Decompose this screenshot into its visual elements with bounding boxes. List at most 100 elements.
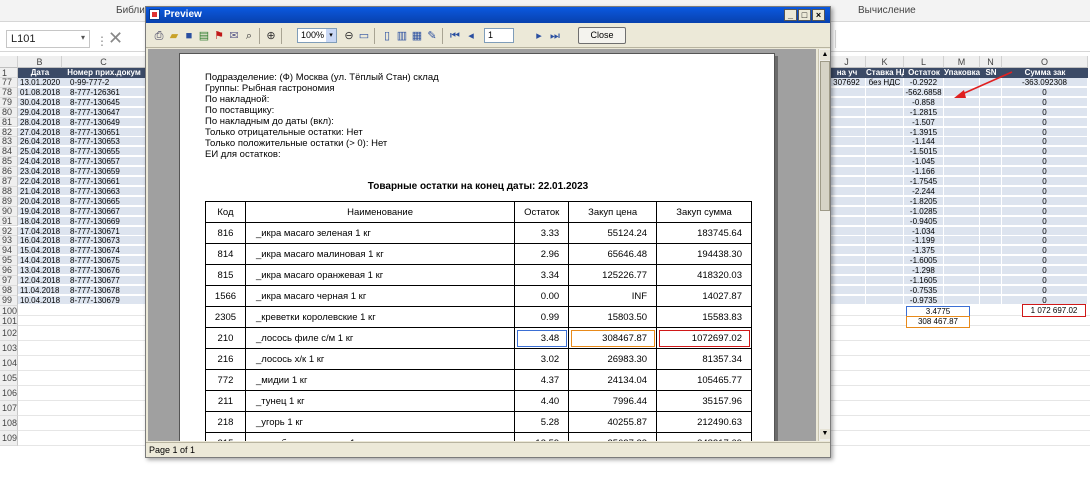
cell-K[interactable] <box>866 97 903 107</box>
row-number[interactable]: 106 <box>0 385 18 401</box>
vertical-scrollbar[interactable]: ▲ ▼ <box>818 49 830 441</box>
cell-K[interactable] <box>866 276 903 285</box>
cell-J[interactable] <box>828 226 865 236</box>
cell-L[interactable]: -1.199 <box>904 236 943 246</box>
print-icon[interactable]: ⎙ <box>152 29 166 43</box>
cell-date[interactable]: 22.04.2018 <box>18 177 62 186</box>
cell-doc-number[interactable]: 8-777-130674 <box>62 246 146 256</box>
row-number[interactable]: 101 <box>0 315 18 326</box>
formula-input[interactable] <box>835 30 1090 48</box>
cell-doc-number[interactable]: 8-777-130645 <box>62 97 146 107</box>
row-number[interactable]: 103 <box>0 340 18 356</box>
multi-page-icon[interactable]: ▥ <box>395 29 409 43</box>
cell-J[interactable] <box>828 256 865 266</box>
cell-O[interactable]: 0 <box>1002 147 1087 157</box>
cell-N[interactable] <box>980 285 1001 295</box>
cell-J[interactable] <box>828 236 865 246</box>
cell-L[interactable]: -0.858 <box>904 97 943 107</box>
cell-K[interactable] <box>866 266 903 276</box>
scroll-thumb[interactable] <box>820 61 830 211</box>
cell-K[interactable] <box>866 157 903 167</box>
cell-O[interactable]: 0 <box>1002 186 1087 196</box>
maximize-button[interactable]: □ <box>798 9 811 21</box>
cell-O[interactable]: 0 <box>1002 216 1087 226</box>
cell-L[interactable]: -1.2815 <box>904 107 943 117</box>
cell-O[interactable]: 0 <box>1002 276 1087 285</box>
last-page-icon[interactable]: ⏭ <box>548 29 562 43</box>
zoom-out-icon[interactable]: ⊖ <box>342 29 356 43</box>
cell-L[interactable]: -0.2922 <box>904 78 943 87</box>
cell-doc-number[interactable]: 8-777-130675 <box>62 256 146 266</box>
cell-M[interactable] <box>944 266 979 276</box>
cell-date[interactable]: 11.04.2018 <box>18 285 62 295</box>
close-window-button[interactable]: × <box>812 9 825 21</box>
row-number[interactable]: 91 <box>0 216 18 227</box>
cell-N[interactable] <box>980 295 1001 305</box>
cell-date[interactable]: 29.04.2018 <box>18 107 62 117</box>
cell-doc-number[interactable]: 8-777-130665 <box>62 196 146 206</box>
col-header-B[interactable]: B <box>18 56 62 68</box>
cell-M[interactable] <box>944 246 979 256</box>
cell-M[interactable] <box>944 236 979 246</box>
cell-N[interactable] <box>980 276 1001 285</box>
name-box[interactable]: L101 ▾ <box>6 30 90 48</box>
cell-N[interactable] <box>980 147 1001 157</box>
cell-O[interactable]: 0 <box>1002 266 1087 276</box>
cell-J[interactable] <box>828 295 865 305</box>
col-header-M[interactable]: M <box>944 56 980 68</box>
cell-K[interactable] <box>866 147 903 157</box>
cell-N[interactable] <box>980 167 1001 177</box>
cell-date[interactable]: 14.04.2018 <box>18 256 62 266</box>
cell-date[interactable]: 28.04.2018 <box>18 117 62 127</box>
ribbon-calculation-label[interactable]: Вычисление <box>858 5 916 16</box>
cell-L[interactable]: -1.045 <box>904 157 943 167</box>
cell-date[interactable]: 27.04.2018 <box>18 127 62 137</box>
cell-date[interactable]: 21.04.2018 <box>18 186 62 196</box>
cell-L[interactable]: -1.6005 <box>904 256 943 266</box>
sum-price-box[interactable]: 308 467.87 <box>906 315 970 328</box>
cell-O[interactable]: 0 <box>1002 246 1087 256</box>
cell-K[interactable] <box>866 216 903 226</box>
cell-L[interactable]: -1.1605 <box>904 276 943 285</box>
cell-L[interactable]: -1.7545 <box>904 177 943 186</box>
col-header-K[interactable]: K <box>866 56 904 68</box>
preview-title-bar[interactable]: Preview _ □ × <box>146 7 830 23</box>
row-number[interactable]: 100 <box>0 305 18 316</box>
find-icon[interactable]: ⌕ <box>242 29 256 43</box>
cell-date[interactable]: 30.04.2018 <box>18 97 62 107</box>
cell-L[interactable]: -0.7535 <box>904 285 943 295</box>
cell-O[interactable]: 0 <box>1002 206 1087 216</box>
cell-K[interactable] <box>866 236 903 246</box>
cell-J[interactable] <box>828 196 865 206</box>
cell-K[interactable] <box>866 196 903 206</box>
save-icon[interactable]: ■ <box>182 29 196 43</box>
cell-K[interactable]: без НДС <box>866 78 903 87</box>
col-header-C[interactable]: C <box>62 56 146 68</box>
preview-viewport[interactable]: Подразделение: (Ф) Москва (ул. Тёплый Ст… <box>148 49 816 441</box>
cell-O[interactable]: 0 <box>1002 285 1087 295</box>
cell-doc-number[interactable]: 8-777-130667 <box>62 206 146 216</box>
minimize-button[interactable]: _ <box>784 9 797 21</box>
cell-M[interactable] <box>944 196 979 206</box>
cell-N[interactable] <box>980 177 1001 186</box>
zoom-select[interactable]: 100% ▾ <box>297 28 337 43</box>
cell-date[interactable]: 26.04.2018 <box>18 137 62 147</box>
row-number[interactable]: 109 <box>0 430 18 446</box>
cell-doc-number[interactable]: 8-777-130677 <box>62 276 146 285</box>
cell-M[interactable] <box>944 137 979 147</box>
cell-K[interactable] <box>866 167 903 177</box>
cell-L[interactable]: -1.0285 <box>904 206 943 216</box>
cell-N[interactable] <box>980 216 1001 226</box>
cell-M[interactable] <box>944 157 979 167</box>
cell-N[interactable] <box>980 266 1001 276</box>
prev-page-icon[interactable]: ◂ <box>464 29 478 43</box>
cell-J[interactable] <box>828 107 865 117</box>
cell-date[interactable]: 17.04.2018 <box>18 226 62 236</box>
row-number[interactable]: 102 <box>0 325 18 341</box>
cell-J[interactable] <box>828 206 865 216</box>
next-page-icon[interactable]: ▸ <box>532 29 546 43</box>
cell-doc-number[interactable]: 8-777-130651 <box>62 127 146 137</box>
cell-date[interactable]: 23.04.2018 <box>18 167 62 177</box>
row-number[interactable]: 104 <box>0 355 18 371</box>
cell-doc-number[interactable]: 8-777-130663 <box>62 186 146 196</box>
